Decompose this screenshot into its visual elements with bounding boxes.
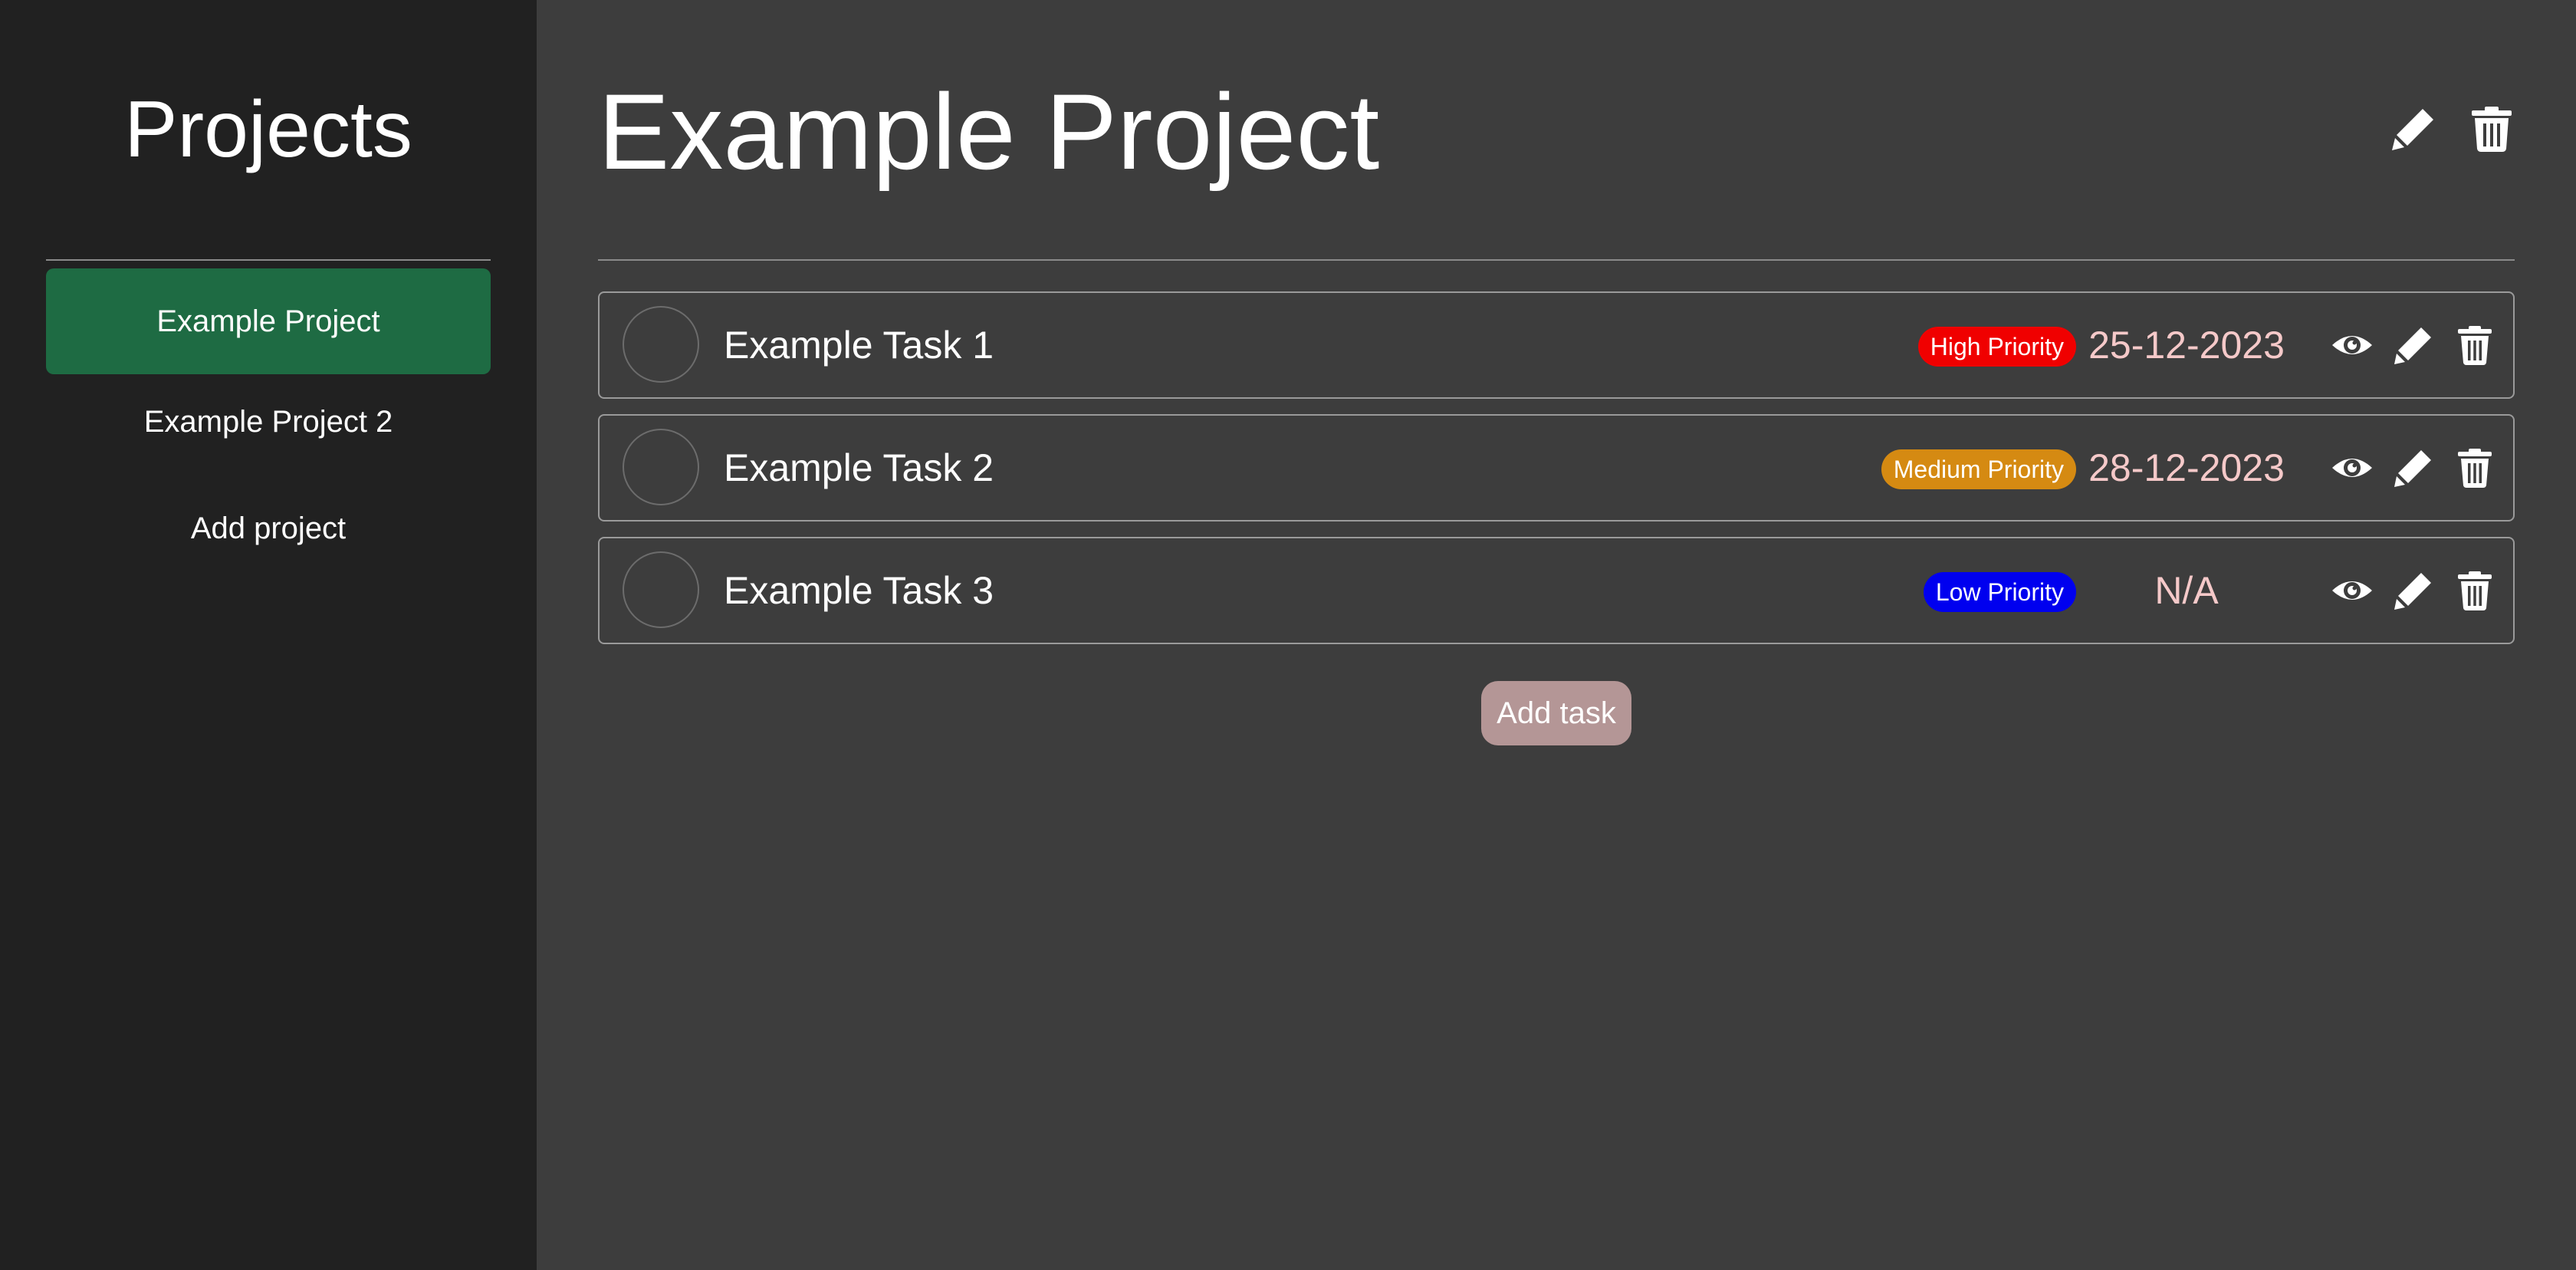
trash-icon <box>2453 446 2496 489</box>
edit-task-button[interactable] <box>2392 569 2435 612</box>
project-actions <box>2389 104 2516 153</box>
add-project-button[interactable]: Add project <box>46 475 491 581</box>
task-date: 28-12-2023 <box>2088 446 2285 489</box>
pencil-icon <box>2389 104 2438 153</box>
view-task-button[interactable] <box>2331 324 2374 367</box>
sidebar-title: Projects <box>124 85 412 174</box>
task-actions <box>2331 324 2496 367</box>
pencil-icon <box>2392 324 2435 367</box>
task-actions <box>2331 446 2496 489</box>
task-complete-checkbox[interactable] <box>623 306 699 383</box>
edit-project-button[interactable] <box>2389 104 2438 153</box>
delete-task-button[interactable] <box>2453 324 2496 367</box>
priority-badge: Medium Priority <box>1881 449 2076 489</box>
trash-icon <box>2467 104 2516 153</box>
view-task-button[interactable] <box>2331 569 2374 612</box>
task-actions <box>2331 569 2496 612</box>
page-title: Example Project <box>598 71 1380 192</box>
sidebar-item-example-project-2[interactable]: Example Project 2 <box>46 369 491 475</box>
priority-badge: Low Priority <box>1923 572 2076 612</box>
task-date: N/A <box>2154 569 2219 612</box>
task-name: Example Task 1 <box>724 324 994 367</box>
delete-task-button[interactable] <box>2453 446 2496 489</box>
edit-task-button[interactable] <box>2392 446 2435 489</box>
trash-icon <box>2453 324 2496 367</box>
sidebar: Projects Example Project Example Project… <box>0 0 537 1270</box>
view-task-button[interactable] <box>2331 446 2374 489</box>
task-complete-checkbox[interactable] <box>623 429 699 505</box>
sidebar-divider <box>46 259 491 261</box>
task-complete-checkbox[interactable] <box>623 551 699 628</box>
add-task-button[interactable]: Add task <box>1481 681 1631 745</box>
eye-icon <box>2331 446 2374 489</box>
trash-icon <box>2453 569 2496 612</box>
eye-icon <box>2331 569 2374 612</box>
task-row: Example Task 1 High Priority 25-12-2023 <box>598 291 2515 399</box>
task-row: Example Task 3 Low Priority N/A <box>598 537 2515 644</box>
delete-task-button[interactable] <box>2453 569 2496 612</box>
task-name: Example Task 3 <box>724 569 994 612</box>
task-name: Example Task 2 <box>724 446 994 489</box>
task-row: Example Task 2 Medium Priority 28-12-202… <box>598 414 2515 521</box>
delete-project-button[interactable] <box>2467 104 2516 153</box>
task-date: 25-12-2023 <box>2088 324 2285 367</box>
eye-icon <box>2331 324 2374 367</box>
main-divider <box>598 259 2515 261</box>
pencil-icon <box>2392 569 2435 612</box>
sidebar-item-example-project[interactable]: Example Project <box>46 268 491 374</box>
pencil-icon <box>2392 446 2435 489</box>
edit-task-button[interactable] <box>2392 324 2435 367</box>
priority-badge: High Priority <box>1917 327 2076 367</box>
